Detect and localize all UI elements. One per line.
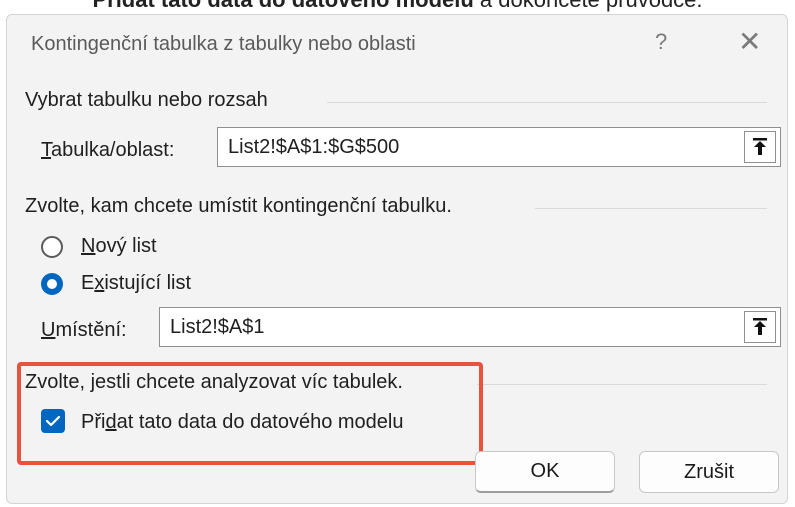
- upload-arrow-icon: [753, 318, 767, 335]
- location-label: Umístění:: [41, 319, 127, 342]
- location-divider: [535, 208, 767, 209]
- range-input[interactable]: List2!$A$1:$G$500: [217, 127, 781, 167]
- range-collapse-button[interactable]: [744, 131, 776, 163]
- new-sheet-accesskey: N: [81, 235, 96, 257]
- new-sheet-label[interactable]: Nový list: [81, 235, 157, 258]
- multi-table-divider: [477, 384, 767, 385]
- new-sheet-text: ový list: [95, 235, 157, 257]
- location-heading: Zvolte, kam chcete umístit kontingenční …: [25, 195, 452, 217]
- select-range-heading: Vybrat tabulku nebo rozsah: [25, 89, 268, 111]
- location-collapse-button[interactable]: [744, 311, 776, 343]
- location-input[interactable]: List2!$A$1: [159, 307, 781, 347]
- annotation-highlight-box: [17, 362, 483, 465]
- location-label-accesskey: U: [41, 319, 56, 341]
- location-label-text: místění:: [55, 319, 127, 341]
- existing-sheet-text: istující list: [104, 272, 192, 294]
- cancel-button[interactable]: Zrušit: [639, 451, 779, 493]
- existing-sheet-label[interactable]: Existující list: [81, 272, 191, 295]
- existing-sheet-text-pre: E: [81, 272, 95, 294]
- existing-sheet-accesskey: x: [94, 272, 105, 294]
- cropped-header-rest: a dokončete průvodce.: [474, 0, 703, 12]
- ok-button[interactable]: OK: [475, 451, 615, 493]
- range-label-accesskey: T: [41, 139, 51, 161]
- existing-sheet-radio[interactable]: [41, 273, 63, 295]
- close-icon[interactable]: ✕: [738, 25, 761, 58]
- cropped-header-text: Přidat tato data do datového modelu a do…: [0, 0, 795, 14]
- range-label-text: abulka/oblast:: [51, 139, 175, 161]
- cropped-header-bold: Přidat tato data do datového modelu: [92, 0, 473, 12]
- help-icon[interactable]: ?: [655, 29, 667, 55]
- upload-arrow-icon: [753, 138, 767, 155]
- pivot-table-dialog: Kontingenční tabulka z tabulky nebo obla…: [6, 14, 788, 504]
- new-sheet-radio[interactable]: [41, 236, 63, 258]
- dialog-title: Kontingenční tabulka z tabulky nebo obla…: [31, 33, 416, 55]
- select-range-divider: [327, 102, 767, 103]
- range-label: Tabulka/oblast:: [41, 139, 174, 162]
